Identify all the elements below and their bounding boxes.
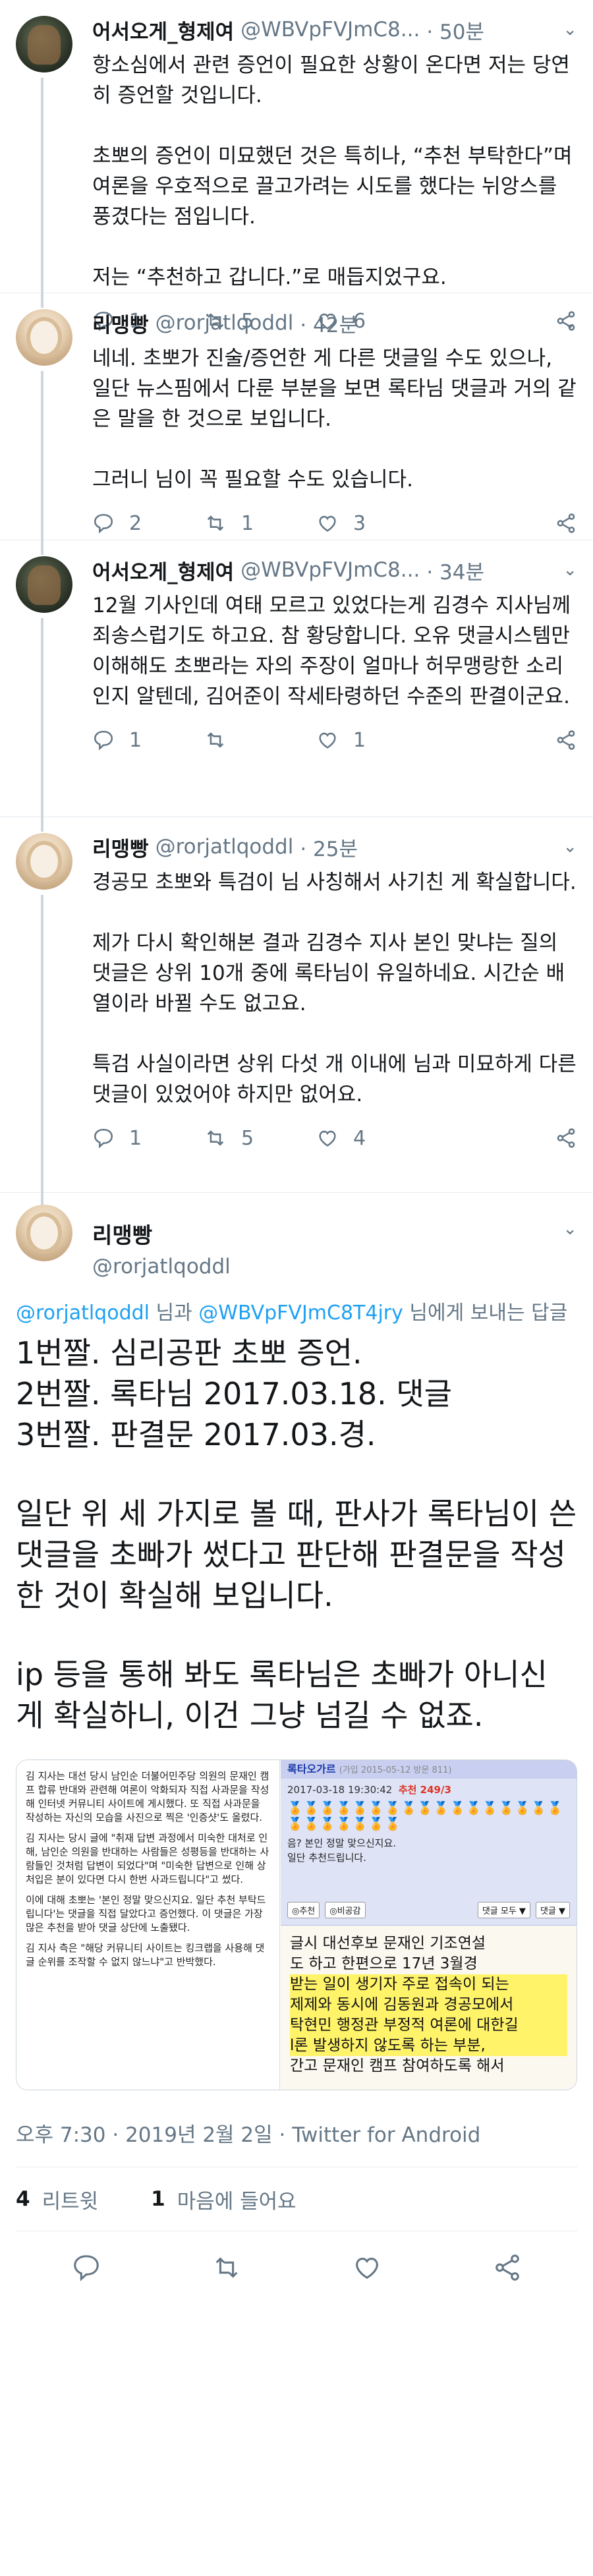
heart-icon	[319, 515, 336, 532]
tweet-text: 항소심에서 관련 증언이 필요한 상황이 온다면 저는 당연히 증언할 것입니다…	[92, 53, 573, 289]
avatar[interactable]	[16, 833, 72, 890]
like-count: 4	[353, 1126, 366, 1150]
reply-icon	[94, 730, 113, 751]
reply-button[interactable]: 1	[92, 729, 204, 752]
chevron-down-icon[interactable]: ⌄	[556, 560, 577, 580]
mention-link[interactable]: @rorjatlqoddl	[16, 1302, 150, 1325]
thread-line	[41, 817, 43, 832]
retweet-icon	[207, 515, 224, 531]
tweet-paragraph: 일단 위 세 가지로 볼 때, 판사가 록타님이 쓴 댓글을 초빠가 썼다고 판…	[16, 1496, 577, 1613]
avatar[interactable]	[16, 309, 72, 366]
news-article-image[interactable]: 김 지사는 대선 당시 남인순 더불어민주당 의원의 문재인 캠프 합류 반대와…	[16, 1760, 280, 2090]
tweet-text: 12월 기사인데 여태 모르고 있었다는게 김경수 지사님께 죄송스럽기도 하고…	[92, 594, 571, 708]
share-icon	[557, 1128, 575, 1148]
thread-line	[41, 78, 43, 293]
avatar[interactable]	[16, 16, 72, 72]
thread-line	[41, 293, 43, 308]
tweet-text: 경공모 초뽀와 특검이 님 사칭해서 사기친 게 확실합니다. 제가 다시 확인…	[92, 871, 577, 1106]
like-button[interactable]: 3	[316, 512, 428, 535]
reply-tweet[interactable]: 리맹빵 @rorjatlqoddl · 25분 ⌄ 경공모 초뽀와 특검이 님 …	[0, 817, 593, 1193]
retweet-count: 5	[241, 1126, 254, 1150]
display-name[interactable]: 리맹빵	[92, 1218, 231, 1249]
display-name[interactable]: 어서오게_형제여	[92, 15, 234, 45]
user-handle[interactable]: @rorjatlqoddl	[92, 1255, 231, 1278]
verdict-document-image[interactable]: 글시 대선후보 문재인 기조연설 도 하고 한편으로 17년 3월경 받는 일이…	[281, 1926, 577, 2090]
share-icon	[557, 730, 575, 750]
heart-icon	[319, 732, 336, 749]
main-tweet: 리맹빵 @rorjatlqoddl ⌄ @rorjatlqoddl 님과 @WB…	[0, 1193, 593, 2304]
timestamp[interactable]: · 42분	[300, 308, 358, 338]
avatar[interactable]	[16, 556, 72, 613]
chevron-down-icon[interactable]: ⌄	[556, 1219, 577, 1239]
tweet-list-text: 1번짤. 심리공판 초뽀 증언. 2번짤. 록타님 2017.03.18. 댓글…	[16, 1335, 452, 1452]
main-action-bar	[16, 2231, 577, 2304]
share-button[interactable]	[555, 1127, 577, 1149]
user-handle[interactable]: @rorjatlqoddl	[155, 311, 294, 335]
heart-icon[interactable]	[352, 2252, 382, 2283]
chevron-down-icon[interactable]: ⌄	[556, 837, 577, 857]
likes-link[interactable]: 마음에 들어요	[177, 2185, 296, 2214]
retweet-icon	[207, 732, 224, 748]
retweet-count: 1	[241, 511, 254, 535]
media-attachment[interactable]: 김 지사는 대선 당시 남인순 더불어민주당 의원의 문재인 캠프 합류 반대와…	[16, 1760, 577, 2090]
thread-line	[41, 371, 43, 540]
like-count: 1	[353, 728, 366, 752]
tweet-text: 네네. 초뽀가 진술/증언한 게 다른 댓글일 수도 있으나, 일단 뉴스핌에서…	[92, 347, 577, 492]
retweet-icon	[207, 1130, 224, 1146]
chevron-down-icon[interactable]: ⌄	[556, 20, 577, 40]
like-total: 1	[151, 2187, 165, 2211]
heart-icon	[319, 1130, 336, 1147]
timestamp[interactable]: · 50분	[426, 15, 484, 45]
share-icon[interactable]	[492, 2252, 522, 2283]
user-handle[interactable]: @WBVpFVJmC8...	[240, 558, 420, 582]
tweet-paragraph: ip 등을 통해 봐도 록타님은 초빠가 아니신 게 확실하니, 이건 그냥 넘…	[16, 1657, 548, 1733]
display-name[interactable]: 어서오게_형제여	[92, 556, 234, 585]
user-handle[interactable]: @WBVpFVJmC8...	[240, 18, 420, 42]
retweets-link[interactable]: 리트윗	[42, 2185, 99, 2214]
reply-button[interactable]: 1	[92, 1127, 204, 1150]
reply-tweet[interactable]: 리맹빵 @rorjatlqoddl · 42분 ⌄ 네네. 초뽀가 진술/증언한…	[0, 293, 593, 540]
retweet-total: 4	[16, 2187, 30, 2211]
thread-line	[41, 618, 43, 817]
thread-line	[41, 1193, 43, 1206]
retweet-button[interactable]	[204, 729, 316, 751]
reply-button[interactable]: 2	[92, 512, 204, 535]
share-button[interactable]	[555, 729, 577, 751]
reply-count: 2	[129, 511, 142, 535]
like-button[interactable]: 4	[316, 1127, 428, 1150]
retweet-button[interactable]: 5	[204, 1127, 316, 1150]
replying-to: @rorjatlqoddl 님과 @WBVpFVJmC8T4jry 님에게 보내…	[16, 1302, 568, 1325]
display-name[interactable]: 리맹빵	[92, 308, 149, 338]
display-name[interactable]: 리맹빵	[92, 832, 149, 862]
engagement-stats: 4 리트윗 1 마음에 들어요	[16, 2167, 577, 2231]
reply-icon	[94, 513, 113, 534]
medal-icons: 🏅🏅🏅🏅🏅🏅🏅🏅🏅🏅🏅🏅🏅🏅🏅🏅🏅🏅🏅🏅🏅🏅🏅🏅	[287, 1801, 564, 1831]
reply-icon[interactable]	[71, 2252, 101, 2283]
like-button[interactable]: 1	[316, 729, 428, 752]
reply-count: 1	[129, 728, 142, 752]
avatar[interactable]	[16, 1205, 72, 1261]
reply-icon	[94, 1128, 113, 1149]
reply-tweet[interactable]: 어서오게_형제여 @WBVpFVJmC8... · 50분 ⌄ 항소심에서 관련…	[0, 0, 593, 333]
like-count: 3	[353, 511, 366, 535]
reply-tweet[interactable]: 어서오게_형제여 @WBVpFVJmC8... · 34분 ⌄ 12월 기사인데…	[0, 540, 593, 817]
thread-line	[41, 895, 43, 1193]
thread-line	[41, 540, 43, 555]
tweet-metadata: 오후 7:30 · 2019년 2월 2일 · Twitter for Andr…	[16, 2123, 481, 2147]
mention-link[interactable]: @WBVpFVJmC8T4jry	[198, 1302, 403, 1325]
chevron-down-icon[interactable]: ⌄	[556, 313, 577, 333]
user-handle[interactable]: @rorjatlqoddl	[155, 835, 294, 859]
retweet-icon[interactable]	[212, 2252, 242, 2283]
reply-count: 1	[129, 1126, 142, 1150]
retweet-button[interactable]: 1	[204, 512, 316, 535]
share-icon	[557, 513, 575, 533]
comment-screenshot-image[interactable]: 록타오가르 (가입 2015-05-12 방문 811) 2017-03-18 …	[281, 1760, 577, 1926]
share-button[interactable]	[555, 512, 577, 534]
timestamp[interactable]: · 34분	[426, 556, 484, 585]
timestamp[interactable]: · 25분	[300, 832, 358, 862]
